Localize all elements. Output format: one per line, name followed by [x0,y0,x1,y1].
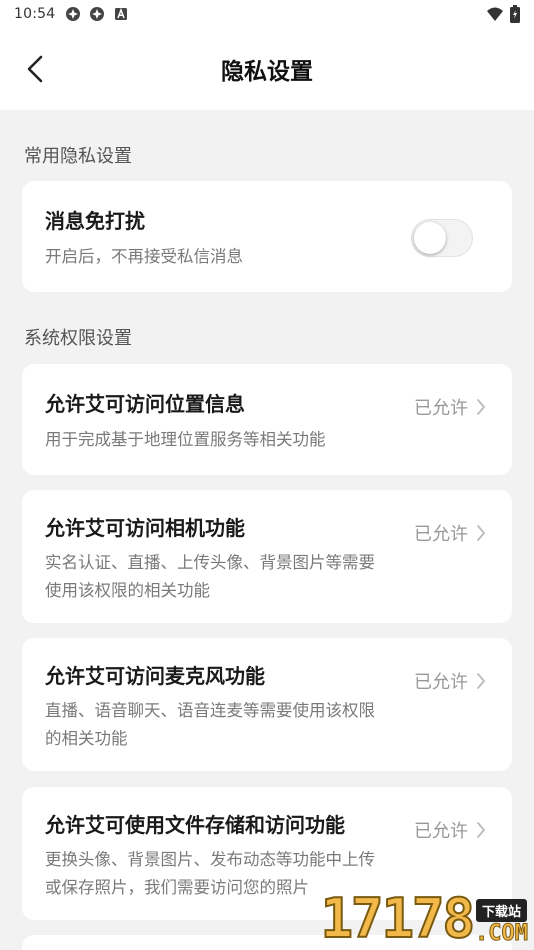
app-icon [90,7,105,21]
permission-item-camera[interactable]: 允许艾可访问相机功能 实名认证、直播、上传头像、背景图片等需要使用该权限的相关功… [22,490,512,623]
permission-desc: 直播、语音聊天、语音连麦等需要使用该权限的相关功能 [45,701,375,748]
watermark-tag: 下载站 [476,899,528,922]
dnd-desc: 开启后，不再接受私信消息 [45,247,243,266]
toggle-knob [414,222,446,254]
permission-status-label: 已允许 [414,672,468,693]
permission-status: 已允许 [414,520,486,546]
permission-desc: 实名认证、直播、上传头像、背景图片等需要使用该权限的相关功能 [45,553,375,600]
permission-item-microphone[interactable]: 允许艾可访问麦克风功能 直播、语音聊天、语音连麦等需要使用该权限的相关功能 已允… [22,638,512,771]
status-right [486,5,520,23]
permission-status-label: 已允许 [414,398,468,419]
battery-icon [510,5,520,23]
permission-status: 已允许 [414,668,486,694]
dnd-card: 消息免打扰 开启后，不再接受私信消息 [22,181,512,292]
dnd-title: 消息免打扰 [45,209,145,233]
watermark-number: 17178 [319,887,476,950]
status-bar: 10:54 [0,0,534,28]
section-label-system: 系统权限设置 [24,328,132,349]
chevron-right-icon [477,822,485,838]
chevron-right-icon [477,399,485,415]
permission-title: 允许艾可访问位置信息 [45,392,245,416]
wifi-icon [487,7,503,21]
dnd-toggle[interactable] [411,219,473,257]
a-icon [115,7,128,20]
chevron-right-icon [477,525,485,541]
permission-title: 允许艾可使用文件存储和访问功能 [45,813,345,837]
permission-status-label: 已允许 [414,524,468,545]
watermark-side: 下载站 .COM [475,899,528,946]
permission-status-label: 已允许 [414,821,468,842]
watermark-suffix: .COM [475,921,529,946]
watermark-logo: 17178 下载站 .COM [304,888,534,950]
permission-status: 已允许 [414,817,486,843]
permission-desc: 用于完成基于地理位置服务等相关功能 [45,430,326,449]
app-bar: 隐私设置 [0,28,534,110]
page-title: 隐私设置 [221,59,313,85]
permission-status: 已允许 [414,394,486,420]
permission-title: 允许艾可访问相机功能 [45,516,245,540]
section-label-common: 常用隐私设置 [24,146,132,167]
status-time: 10:54 [14,6,56,22]
permission-item-location[interactable]: 允许艾可访问位置信息 用于完成基于地理位置服务等相关功能 已允许 [22,364,512,475]
app-icon [66,7,81,21]
permission-title: 允许艾可访问麦克风功能 [45,664,265,688]
chevron-right-icon [477,673,485,689]
